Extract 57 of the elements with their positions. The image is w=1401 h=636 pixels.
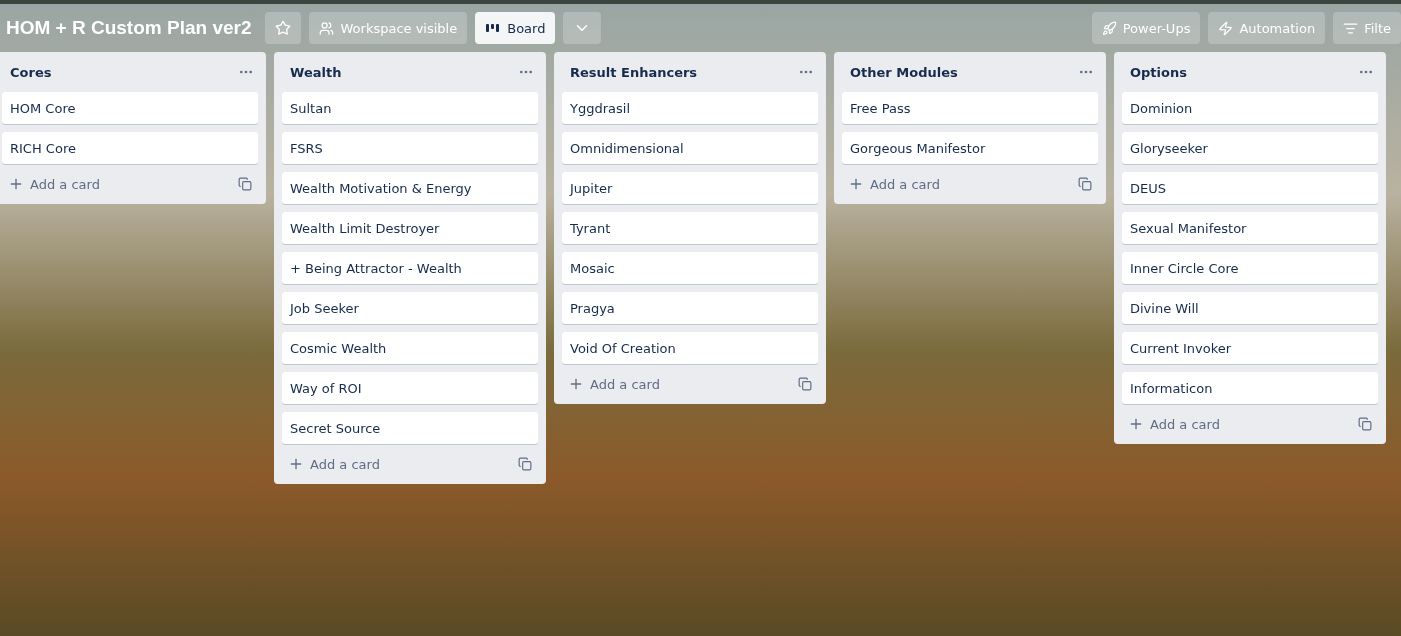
plus-icon xyxy=(848,176,864,192)
plus-icon xyxy=(1128,416,1144,432)
card[interactable]: + Being Attractor - Wealth xyxy=(282,252,538,284)
list-title: Options xyxy=(1130,64,1187,80)
template-icon[interactable] xyxy=(798,377,812,391)
card[interactable]: Omnidimensional xyxy=(562,132,818,164)
card[interactable]: Sultan xyxy=(282,92,538,124)
card[interactable]: Dominion xyxy=(1122,92,1378,124)
card[interactable]: Wealth Limit Destroyer xyxy=(282,212,538,244)
plus-icon xyxy=(8,176,24,192)
card[interactable]: RICH Core xyxy=(2,132,258,164)
card[interactable]: Mosaic xyxy=(562,252,818,284)
plus-icon xyxy=(568,376,584,392)
list-title: Result Enhancers xyxy=(570,64,698,80)
plus-icon xyxy=(288,456,304,472)
card[interactable]: Secret Source xyxy=(282,412,538,444)
card[interactable]: Current Invoker xyxy=(1122,332,1378,364)
card[interactable]: Pragya xyxy=(562,292,818,324)
card[interactable]: Way of ROI xyxy=(282,372,538,404)
template-icon[interactable] xyxy=(518,457,532,471)
card[interactable]: Yggdrasil xyxy=(562,92,818,124)
card[interactable]: FSRS xyxy=(282,132,538,164)
card[interactable]: Free Pass xyxy=(842,92,1098,124)
filter-icon xyxy=(1343,20,1359,36)
card[interactable]: Informaticon xyxy=(1122,372,1378,404)
card[interactable]: Tyrant xyxy=(562,212,818,244)
card[interactable]: Job Seeker xyxy=(282,292,538,324)
star-button[interactable] xyxy=(265,12,302,44)
card[interactable]: Sexual Manifestor xyxy=(1122,212,1378,244)
add-card-button[interactable]: Add a card xyxy=(6,174,102,194)
template-icon[interactable] xyxy=(1078,177,1092,191)
board-icon xyxy=(485,22,502,34)
template-icon[interactable] xyxy=(238,177,252,191)
card[interactable]: Gorgeous Manifestor xyxy=(842,132,1098,164)
rocket-icon xyxy=(1101,20,1117,36)
people-icon xyxy=(319,20,335,36)
card[interactable]: Cosmic Wealth xyxy=(282,332,538,364)
star-icon xyxy=(275,20,292,36)
card[interactable]: Wealth Motivation & Energy xyxy=(282,172,538,204)
card[interactable]: Divine Will xyxy=(1122,292,1378,324)
card[interactable]: DEUS xyxy=(1122,172,1378,204)
card[interactable]: HOM Core xyxy=(2,92,258,124)
lightning-icon xyxy=(1218,20,1234,36)
add-card-button[interactable]: Add a card xyxy=(286,454,382,474)
add-card-button[interactable]: Add a card xyxy=(846,174,942,194)
add-card-button[interactable]: Add a card xyxy=(566,374,662,394)
card[interactable]: Gloryseeker xyxy=(1122,132,1378,164)
list-title: Other Modules xyxy=(850,64,958,80)
card[interactable]: Jupiter xyxy=(562,172,818,204)
card[interactable]: Inner Circle Core xyxy=(1122,252,1378,284)
list-title: Wealth xyxy=(290,64,342,80)
card[interactable]: Void Of Creation xyxy=(562,332,818,364)
view-tab[interactable]: Board xyxy=(475,12,556,44)
add-card-button[interactable]: Add a card xyxy=(1126,414,1222,434)
board-title: HOM + R Custom Plan ver2 xyxy=(6,17,252,39)
list-title: Cores xyxy=(10,64,52,80)
template-icon[interactable] xyxy=(1358,417,1372,431)
